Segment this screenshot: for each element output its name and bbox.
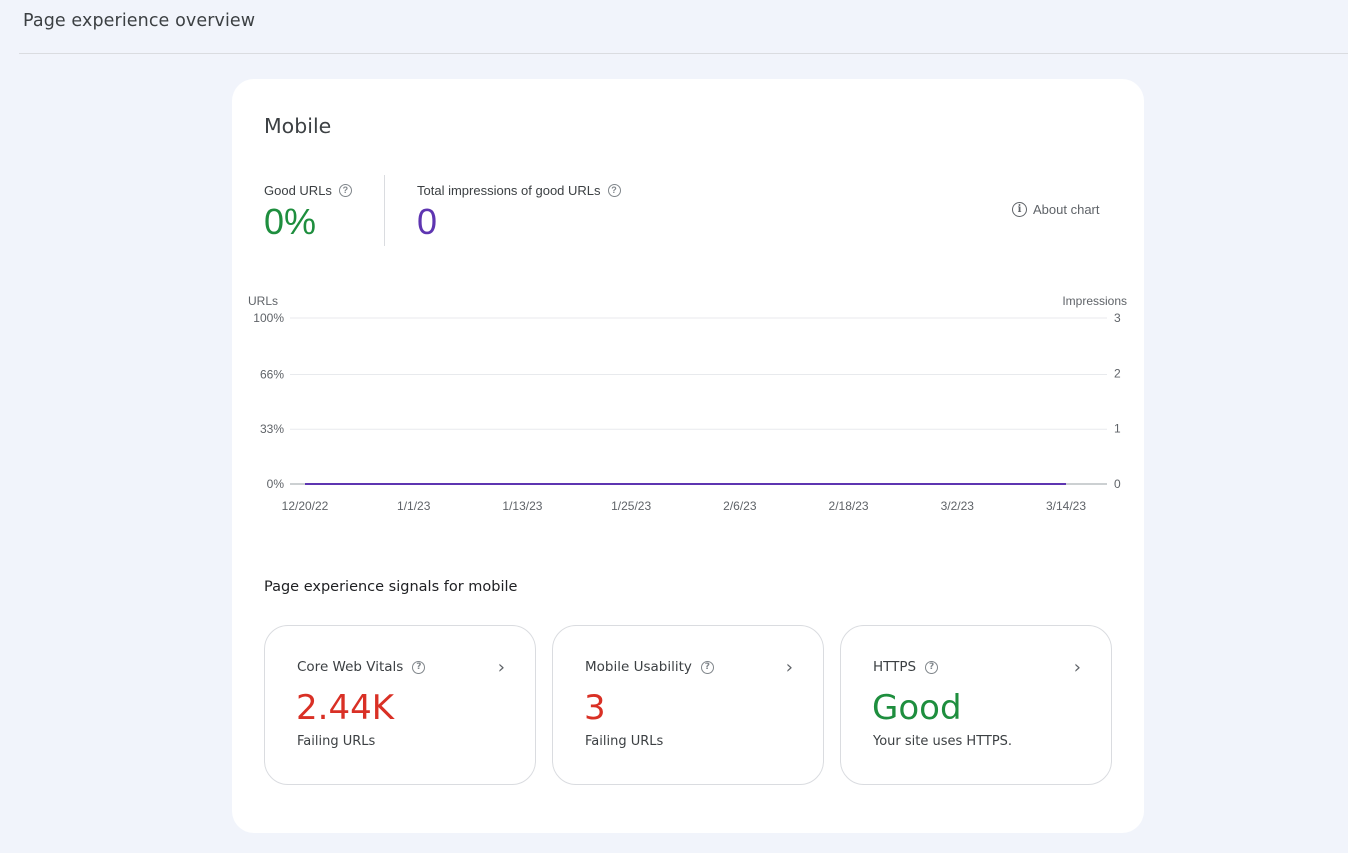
y-tick-label: 0% bbox=[267, 477, 285, 491]
chevron-right-icon: › bbox=[785, 657, 793, 678]
signal-value: 2.44K bbox=[296, 688, 394, 728]
signal-title: HTTPS bbox=[873, 659, 917, 675]
y2-tick-label: 3 bbox=[1114, 311, 1121, 325]
signal-title: Mobile Usability bbox=[585, 659, 692, 675]
page-title: Page experience overview bbox=[23, 11, 256, 31]
signal-subtitle: Your site uses HTTPS. bbox=[873, 734, 1013, 749]
signal-card-core-web-vitals[interactable]: Core Web Vitals ? › 2.44K Failing URLs bbox=[264, 625, 536, 785]
signal-card-https[interactable]: HTTPS ? › Good Your site uses HTTPS. bbox=[840, 625, 1112, 785]
x-tick-label: 12/20/22 bbox=[282, 499, 329, 513]
x-tick-label: 2/6/23 bbox=[723, 499, 757, 513]
x-tick-label: 3/14/23 bbox=[1046, 499, 1086, 513]
help-icon[interactable]: ? bbox=[412, 660, 426, 674]
x-tick-label: 3/2/23 bbox=[941, 499, 975, 513]
chevron-right-icon: › bbox=[497, 657, 505, 678]
y2-tick-label: 0 bbox=[1114, 477, 1121, 491]
help-icon[interactable]: ? bbox=[925, 660, 939, 674]
x-tick-label: 1/1/23 bbox=[397, 499, 431, 513]
section-title: Page experience signals for mobile bbox=[264, 579, 518, 595]
signal-subtitle: Failing URLs bbox=[297, 734, 376, 749]
chevron-right-icon: › bbox=[1073, 657, 1081, 678]
signal-card-mobile-usability[interactable]: Mobile Usability ? › 3 Failing URLs bbox=[552, 625, 824, 785]
x-tick-label: 1/13/23 bbox=[502, 499, 542, 513]
y-tick-label: 33% bbox=[260, 422, 284, 436]
title-divider bbox=[19, 53, 1348, 54]
x-tick-label: 2/18/23 bbox=[829, 499, 869, 513]
mobile-card: Mobile Good URLs ? 0% Total impressions … bbox=[232, 79, 1144, 833]
signal-value: 3 bbox=[584, 688, 606, 728]
x-tick-label: 1/25/23 bbox=[611, 499, 651, 513]
y2-tick-label: 2 bbox=[1114, 366, 1121, 380]
y2-axis-label: Impressions bbox=[1062, 294, 1127, 308]
y-axis-label: URLs bbox=[248, 294, 278, 308]
y-tick-label: 66% bbox=[260, 367, 284, 381]
signal-subtitle: Failing URLs bbox=[585, 734, 664, 749]
y-tick-label: 100% bbox=[253, 311, 284, 325]
y2-tick-label: 1 bbox=[1114, 422, 1121, 436]
help-icon[interactable]: ? bbox=[700, 660, 714, 674]
signal-title: Core Web Vitals bbox=[297, 659, 404, 675]
line-chart: URLs Impressions 0% 33% 66% 100% 0 1 2 3 12/20/22 1… bbox=[248, 294, 1127, 513]
signal-value: Good bbox=[872, 688, 962, 728]
